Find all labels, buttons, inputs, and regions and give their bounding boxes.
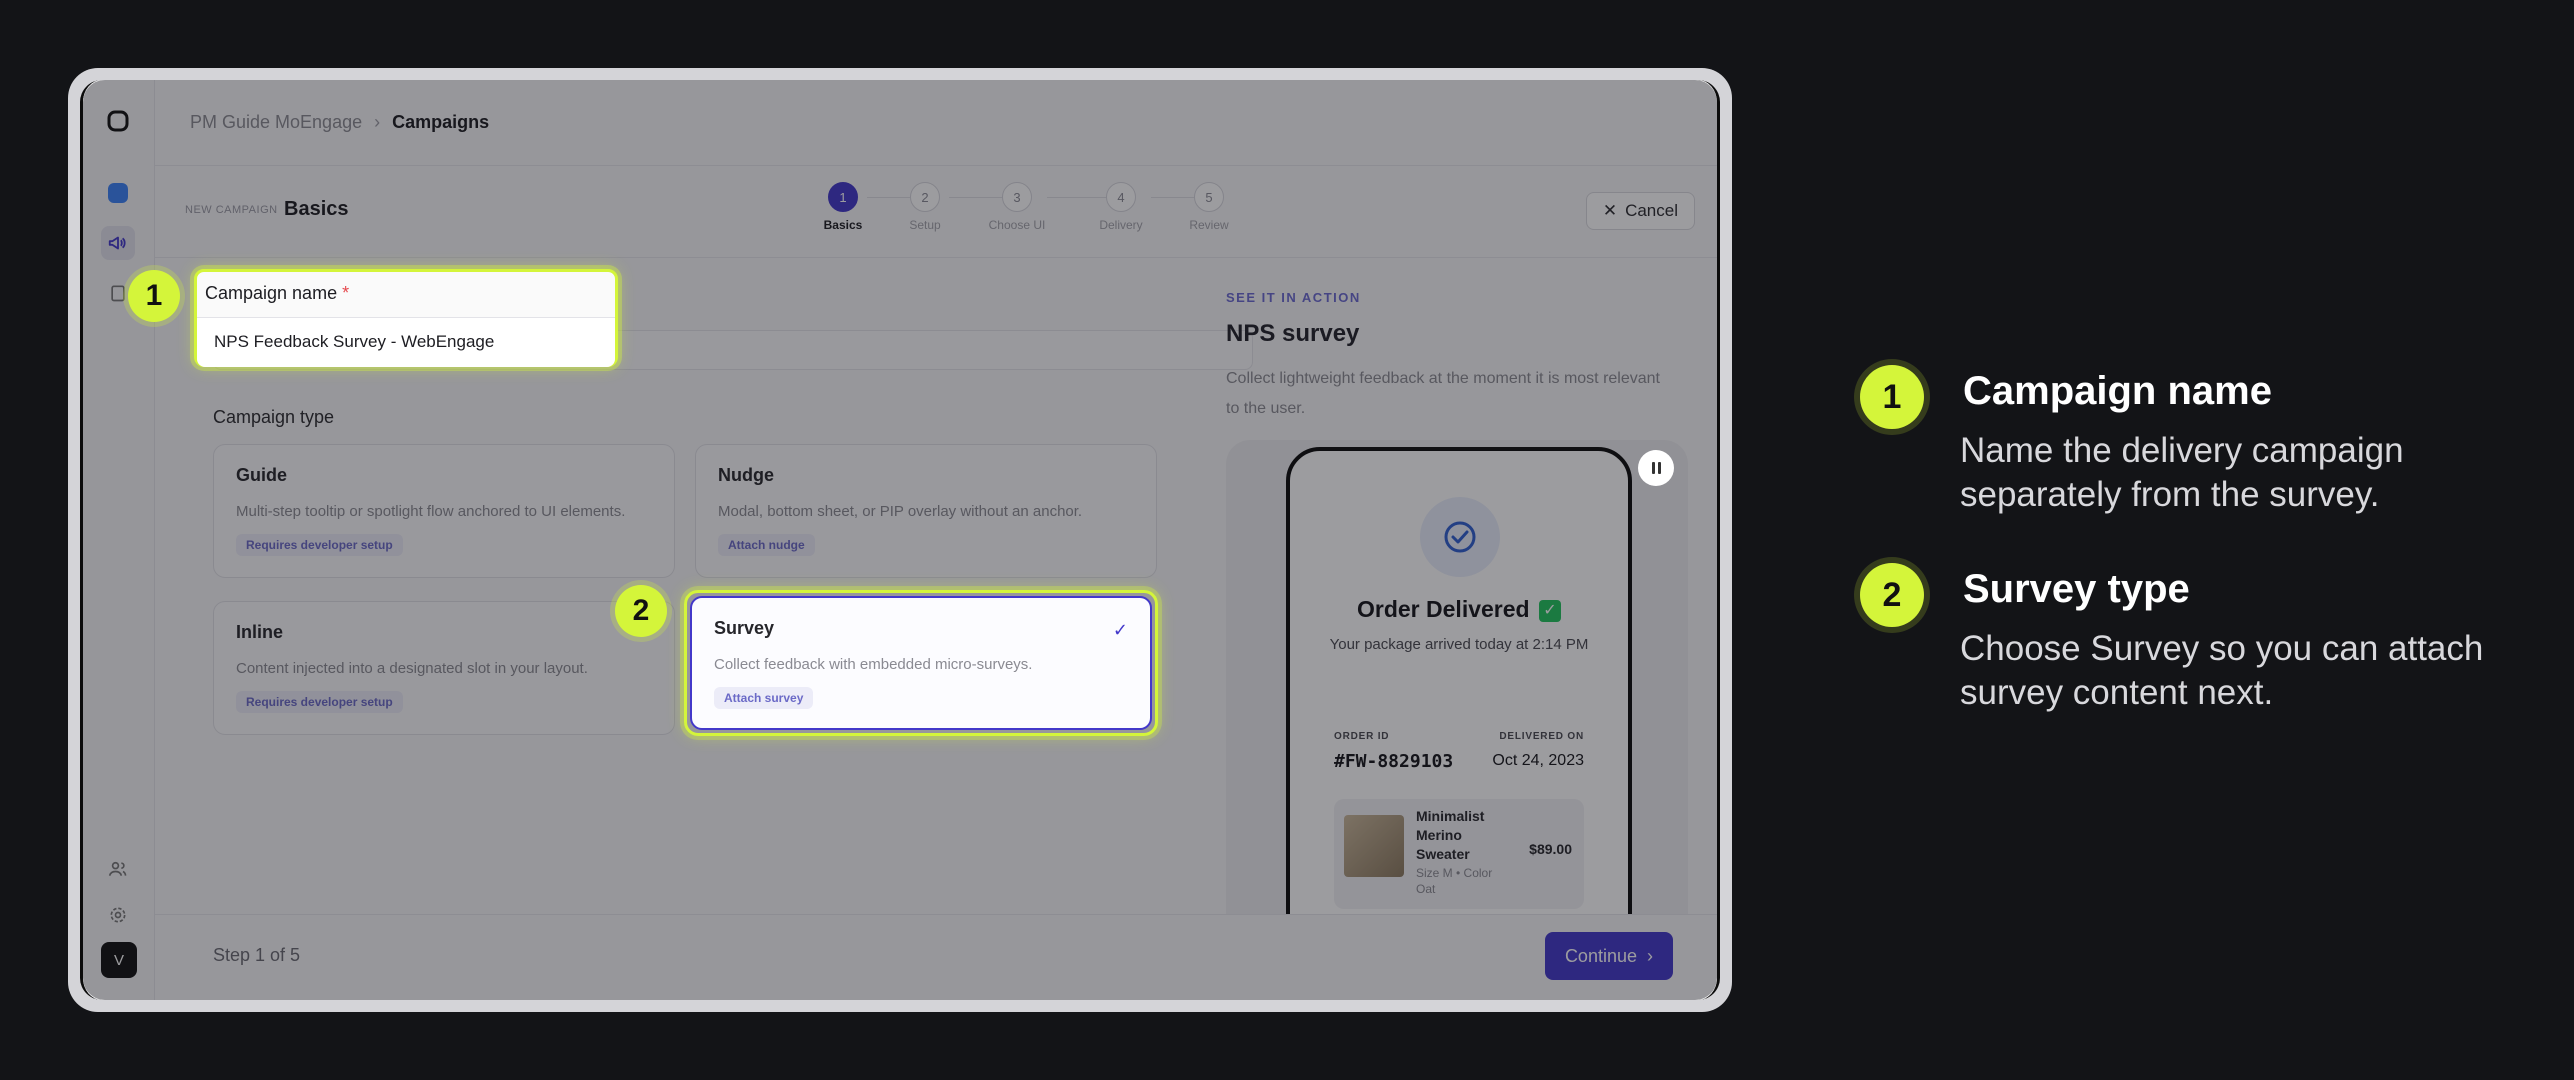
legend-title: Survey type bbox=[1963, 567, 2190, 611]
continue-button[interactable]: Continue › bbox=[1544, 932, 1673, 980]
order-id-value: #FW-8829103 bbox=[1334, 751, 1454, 772]
campaign-type-guide[interactable]: Guide Multi-step tooltip or spotlight fl… bbox=[213, 444, 675, 578]
legend-marker: 1 bbox=[1860, 365, 1924, 429]
legend-marker: 2 bbox=[1860, 563, 1924, 627]
preview-title: NPS survey bbox=[1226, 320, 1360, 347]
gear-icon bbox=[110, 907, 126, 923]
pause-button[interactable] bbox=[1638, 450, 1674, 486]
campaign-type-survey[interactable]: Survey Collect feedback with embedded mi… bbox=[690, 596, 1152, 730]
annotation-marker-1: 1 bbox=[128, 270, 180, 322]
step-number: 2 bbox=[910, 182, 940, 212]
order-title-text: Order Delivered bbox=[1357, 596, 1530, 622]
step-choose-ui[interactable]: 3 Choose UI bbox=[987, 182, 1047, 232]
sidebar-item-settings[interactable] bbox=[101, 898, 135, 932]
campaign-name-label: Campaign name * bbox=[205, 283, 349, 304]
legend-desc: Choose Survey so you can attach survey c… bbox=[1960, 629, 2484, 712]
card-desc: Multi-step tooltip or spotlight flow anc… bbox=[236, 503, 626, 520]
product-name: Minimalist Merino Sweater bbox=[1416, 808, 1485, 862]
card-desc: Content injected into a designated slot … bbox=[236, 660, 588, 677]
delivered-value: Oct 24, 2023 bbox=[1492, 752, 1584, 769]
delivered-label: DELIVERED ON bbox=[1499, 731, 1584, 742]
product-price: $89.00 bbox=[1529, 841, 1572, 857]
product-card: Minimalist Merino Sweater Size M • Color… bbox=[1334, 799, 1584, 909]
step-label: Delivery bbox=[1099, 218, 1143, 232]
step-label: Basics bbox=[823, 218, 863, 232]
preview-area: Order Delivered ✓ Your package arrived t… bbox=[1226, 440, 1688, 925]
campaign-name-label-text: Campaign name bbox=[205, 283, 338, 303]
avatar[interactable]: V bbox=[101, 942, 137, 978]
step-number: 3 bbox=[1002, 182, 1032, 212]
app-logo-icon[interactable] bbox=[101, 104, 135, 138]
card-tag: Attach nudge bbox=[718, 534, 815, 556]
cancel-label: Cancel bbox=[1625, 201, 1678, 220]
card-tag: Requires developer setup bbox=[236, 534, 403, 556]
campaign-type-nudge[interactable]: Nudge Modal, bottom sheet, or PIP overla… bbox=[695, 444, 1157, 578]
campaign-type-inline[interactable]: Inline Content injected into a designate… bbox=[213, 601, 675, 735]
clipboard-icon bbox=[111, 285, 125, 302]
campaign-type-label: Campaign type bbox=[213, 407, 335, 427]
breadcrumb-current: Campaigns bbox=[392, 112, 490, 132]
phone-mockup: Order Delivered ✓ Your package arrived t… bbox=[1286, 447, 1632, 925]
card-title: Nudge bbox=[718, 465, 774, 485]
app-window: V PM Guide MoEngage › Campaigns NEW CAMP… bbox=[68, 68, 1732, 1012]
step-number: 4 bbox=[1106, 182, 1136, 212]
continue-label: Continue bbox=[1564, 945, 1637, 966]
megaphone-icon bbox=[108, 236, 126, 250]
survey-card-highlight: Survey Collect feedback with embedded mi… bbox=[684, 590, 1158, 736]
preview-kicker: SEE IT IN ACTION bbox=[1226, 290, 1361, 305]
order-id-label: ORDER ID bbox=[1334, 731, 1390, 742]
pause-icon bbox=[1651, 462, 1655, 474]
card-title: Survey bbox=[714, 618, 775, 638]
step-label: Review bbox=[1189, 218, 1229, 232]
product-image bbox=[1344, 815, 1404, 877]
annotation-marker-2: 2 bbox=[615, 585, 667, 637]
legend-title: Campaign name bbox=[1963, 369, 2272, 413]
step-label: Setup bbox=[909, 218, 941, 232]
product-variant: Size M • Color Oat bbox=[1416, 866, 1493, 896]
card-tag: Requires developer setup bbox=[236, 691, 403, 713]
legend-desc: Name the delivery campaign separately fr… bbox=[1960, 431, 2404, 514]
breadcrumb: PM Guide MoEngage › Campaigns bbox=[155, 80, 1717, 166]
pause-icon bbox=[1657, 462, 1661, 474]
preview-description: Collect lightweight feedback at the mome… bbox=[1226, 370, 1660, 417]
app-screen: V PM Guide MoEngage › Campaigns NEW CAMP… bbox=[80, 80, 1720, 1000]
sidebar-item-home[interactable] bbox=[101, 176, 135, 210]
step-count: Step 1 of 5 bbox=[213, 945, 301, 965]
card-tag: Attach survey bbox=[714, 687, 814, 709]
step-number: 5 bbox=[1194, 182, 1224, 212]
green-check-icon: ✓ bbox=[1538, 600, 1561, 622]
check-icon: ✓ bbox=[1112, 620, 1128, 640]
required-mark: * bbox=[342, 283, 350, 303]
step-review[interactable]: 5 Review bbox=[1179, 182, 1239, 232]
step-label: Choose UI bbox=[988, 218, 1046, 232]
campaign-header: NEW CAMPAIGN Basics 1 Basics 2 Setup 3 C… bbox=[155, 166, 1717, 258]
order-subtitle: Your package arrived today at 2:14 PM bbox=[1329, 636, 1589, 653]
close-icon: ✕ bbox=[1602, 201, 1618, 220]
card-title: Guide bbox=[236, 465, 288, 485]
campaign-name-input[interactable]: NPS Feedback Survey - WebEngage bbox=[197, 317, 615, 367]
sidebar-item-campaigns[interactable] bbox=[101, 226, 135, 260]
cancel-button[interactable]: ✕ Cancel bbox=[1585, 192, 1695, 230]
sidebar-item-users[interactable] bbox=[101, 852, 135, 886]
stepper: 1 Basics 2 Setup 3 Choose UI 4 Delivery … bbox=[813, 182, 1253, 242]
page-title: Basics bbox=[284, 198, 349, 220]
breadcrumb-workspace[interactable]: PM Guide MoEngage bbox=[190, 112, 362, 133]
step-delivery[interactable]: 4 Delivery bbox=[1091, 182, 1151, 232]
order-title: Order Delivered ✓ bbox=[1290, 596, 1628, 623]
card-desc: Collect feedback with embedded micro-sur… bbox=[714, 656, 1033, 673]
step-setup[interactable]: 2 Setup bbox=[895, 182, 955, 232]
footer: Step 1 of 5 Continue › bbox=[155, 914, 1717, 1000]
new-campaign-kicker: NEW CAMPAIGN bbox=[185, 204, 278, 216]
card-desc: Modal, bottom sheet, or PIP overlay with… bbox=[718, 503, 1083, 520]
users-icon bbox=[108, 861, 127, 876]
step-basics[interactable]: 1 Basics bbox=[813, 182, 873, 232]
campaign-name-field: Campaign name * NPS Feedback Survey - We… bbox=[194, 269, 618, 367]
check-circle-icon bbox=[1420, 497, 1500, 577]
chevron-right-icon: › bbox=[1647, 945, 1653, 966]
chevron-right-icon: › bbox=[374, 112, 381, 132]
step-number: 1 bbox=[828, 182, 858, 212]
card-title: Inline bbox=[236, 622, 284, 642]
sidebar: V bbox=[83, 80, 155, 1000]
